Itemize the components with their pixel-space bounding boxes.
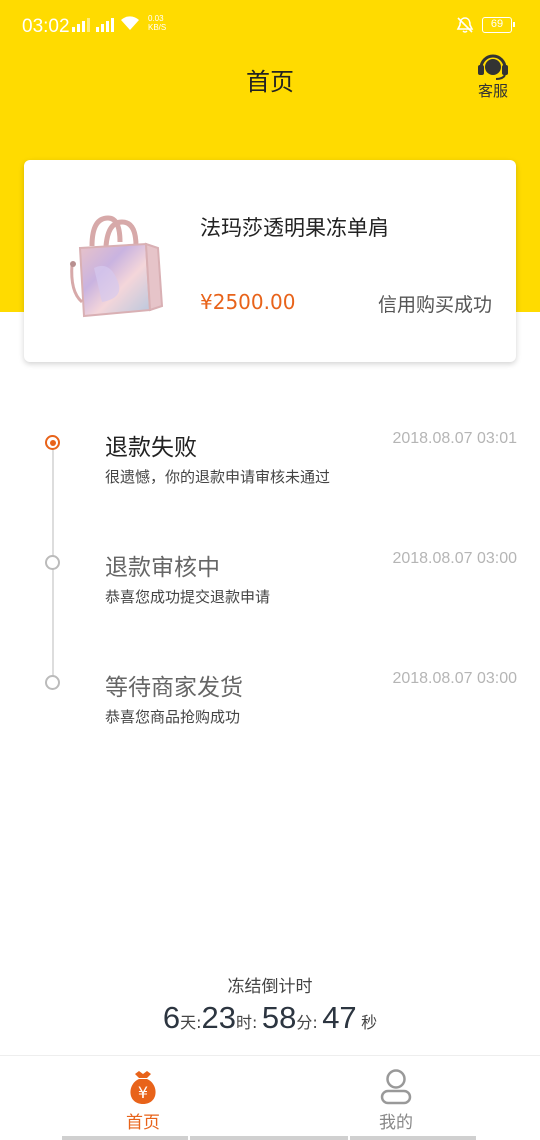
nav-mine[interactable]: 我的 [346, 1068, 446, 1133]
countdown-days: 6 [162, 1000, 181, 1035]
timeline-desc: 恭喜您商品抢购成功 [105, 708, 241, 726]
countdown-hours: 23 [201, 1000, 236, 1035]
nav-home-label: 首页 [126, 1113, 160, 1133]
timeline-title: 退款审核中 [105, 555, 220, 581]
timeline-time: 2018.08.07 03:00 [392, 550, 517, 567]
gesture-bar [62, 1136, 188, 1140]
countdown-seconds: 47 [322, 1000, 357, 1035]
user-icon [380, 1069, 412, 1105]
countdown-seconds-unit: 秒 [361, 1013, 378, 1032]
countdown-minutes-unit: 分: [296, 1013, 318, 1032]
countdown-label: 冻结倒计时 [227, 977, 313, 997]
gesture-bar [350, 1136, 476, 1140]
countdown-days-unit: 天: [180, 1013, 202, 1032]
money-bag-icon: ¥ [130, 1071, 156, 1104]
timeline-dot [45, 675, 60, 690]
timeline-title: 等待商家发货 [105, 675, 243, 701]
product-card[interactable]: 法玛莎透明果冻单肩 ¥2500.00 信用购买成功 [24, 160, 516, 362]
freeze-countdown: 6天:23时: 58分: 47 秒 [0, 1000, 540, 1036]
bottom-nav: ¥ 首页 我的 [0, 1055, 540, 1140]
nav-mine-label: 我的 [379, 1113, 413, 1133]
timeline-desc: 很遗憾，你的退款申请审核未通过 [105, 468, 331, 486]
timeline-dot-active [45, 435, 60, 450]
countdown-hours-unit: 时: [235, 1013, 258, 1032]
timeline-time: 2018.08.07 03:00 [392, 670, 517, 687]
nav-home[interactable]: ¥ 首页 [93, 1068, 193, 1133]
product-price: ¥2500.00 [200, 290, 296, 314]
countdown-minutes: 58 [261, 1000, 297, 1035]
product-name: 法玛莎透明果冻单肩 [200, 216, 389, 240]
timeline-desc: 恭喜您成功提交退款申请 [105, 588, 271, 606]
purchase-status: 信用购买成功 [377, 294, 492, 316]
product-image [70, 215, 164, 318]
money-bag-glyph: ¥ [138, 1083, 148, 1102]
timeline-title: 退款失败 [105, 435, 197, 461]
timeline-item: 等待商家发货 恭喜您商品抢购成功 2018.08.07 03:00 [0, 0, 540, 726]
timeline-time: 2018.08.07 03:01 [392, 430, 517, 447]
gesture-bar [190, 1136, 348, 1140]
timeline-dot [45, 555, 60, 570]
